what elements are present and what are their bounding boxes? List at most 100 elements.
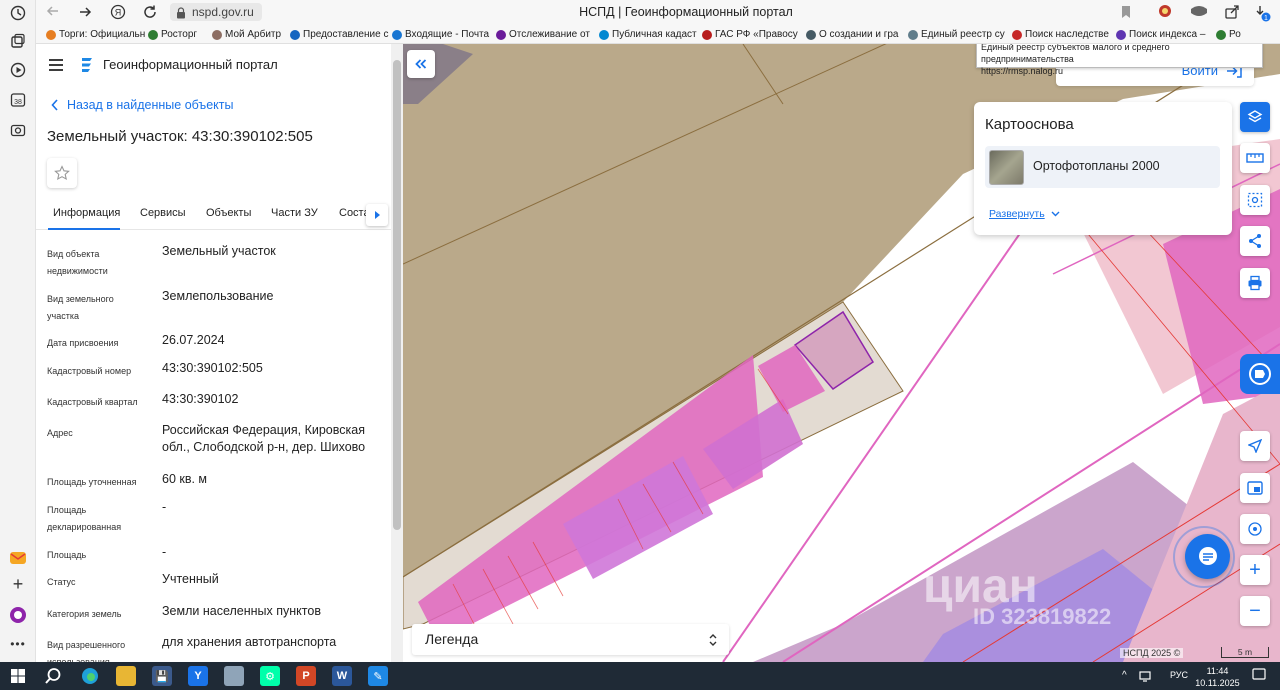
minimap-tool-button[interactable] — [1240, 473, 1270, 503]
expand-link[interactable]: Развернуть — [989, 208, 1060, 220]
bookmark-item[interactable]: Единый реестр су — [908, 29, 1005, 40]
orthophoto-thumbnail — [989, 150, 1024, 185]
layers-tool-button[interactable] — [1240, 102, 1270, 132]
panel-scrollbar-thumb[interactable] — [393, 60, 401, 530]
bookmark-tooltip: Единый реестр субъектов малого и среднег… — [976, 44, 1263, 76]
bookmark-label: Входящие - Почта — [405, 29, 490, 40]
assistant-icon — [1249, 363, 1271, 385]
plus-icon: + — [1249, 558, 1261, 581]
bookmark-item[interactable]: Ро — [1216, 29, 1241, 40]
url-text: nspd.gov.ru — [192, 5, 254, 19]
calendar-icon[interactable]: 38 — [8, 90, 28, 110]
tab-item[interactable]: Части ЗУ — [271, 207, 318, 219]
back-to-results-link[interactable]: Назад в найденные объекты — [51, 98, 233, 112]
bookmark-favicon-icon — [1116, 29, 1126, 40]
print-tool-button[interactable] — [1240, 268, 1270, 298]
property-label: Площадь декларированная — [47, 505, 122, 532]
bookmark-item[interactable]: Поиск наследстве — [1012, 29, 1109, 40]
share-nodes-icon — [1249, 234, 1261, 248]
history-icon[interactable] — [8, 3, 28, 23]
tabs-scroll-right-button[interactable] — [366, 204, 388, 226]
back-nav-icon[interactable] — [46, 4, 60, 21]
basemap-option[interactable]: Ортофотопланы 2000 — [985, 146, 1220, 188]
property-label: Дата присвоения — [47, 338, 119, 348]
bookmark-item[interactable]: Отслеживание от — [496, 29, 590, 40]
yandex-browser-icon[interactable]: Y — [188, 666, 208, 686]
word-icon[interactable]: W — [332, 666, 352, 686]
yandex-icon[interactable]: Я — [110, 4, 126, 25]
collapse-panel-button[interactable] — [407, 50, 435, 78]
bookmark-icon[interactable] — [1120, 5, 1132, 24]
play-icon[interactable] — [8, 60, 28, 80]
property-label: Площадь — [47, 550, 87, 560]
tab-information[interactable]: Информация — [53, 207, 120, 219]
bookmark-item[interactable]: Мой Арбитр — [212, 29, 281, 40]
windows-taskbar: 💾 Y ⚙ P W ✎ ^ РУС 11:44 10.11.2025 — [0, 662, 1280, 690]
more-icon[interactable]: ••• — [8, 634, 28, 654]
property-value: - — [162, 545, 167, 559]
bookmark-item[interactable]: Торги: Официальн — [46, 29, 145, 40]
network-icon[interactable] — [1138, 669, 1152, 687]
favorite-button[interactable] — [47, 158, 77, 188]
notepad-icon[interactable] — [224, 666, 244, 686]
tab-item[interactable]: Сервисы — [140, 207, 186, 219]
property-value: - — [162, 500, 167, 514]
area-select-tool-button[interactable] — [1240, 185, 1270, 215]
app-icon[interactable]: ⚙ — [260, 666, 280, 686]
extension-icon[interactable] — [1156, 3, 1174, 26]
search-icon[interactable] — [43, 666, 63, 686]
property-label: Категория земель — [47, 609, 122, 619]
mail-app-icon[interactable] — [8, 548, 28, 568]
geo-tool-button[interactable] — [1240, 514, 1270, 544]
zoom-out-button[interactable]: − — [1240, 596, 1270, 626]
windows-start-icon[interactable] — [8, 666, 28, 686]
property-value: 43:30:390102 — [162, 392, 239, 406]
tab-item[interactable]: Соста — [339, 207, 370, 219]
active-tab-indicator — [48, 228, 120, 230]
downloads-icon[interactable]: 1 — [1254, 4, 1272, 27]
legend-panel[interactable]: Легенда — [412, 624, 729, 655]
bookmark-item[interactable]: ГАС РФ «Правосу — [702, 29, 798, 40]
forward-nav-icon[interactable] — [78, 5, 92, 24]
clock[interactable]: 11:44 10.11.2025 — [1195, 665, 1240, 689]
powerpoint-icon[interactable]: P — [296, 666, 316, 686]
bookmark-item[interactable]: О создании и гра — [806, 29, 899, 40]
notifications-icon[interactable] — [1252, 668, 1266, 687]
address-bar[interactable]: nspd.gov.ru — [170, 3, 262, 21]
basemap-option-label: Ортофотопланы 2000 — [1033, 159, 1160, 173]
tray-chevron-icon[interactable]: ^ — [1122, 670, 1127, 681]
ruler-tool-button[interactable] — [1240, 143, 1270, 173]
zoom-in-button[interactable]: + — [1240, 555, 1270, 585]
bookmark-favicon-icon — [496, 29, 506, 40]
paint-icon[interactable]: ✎ — [368, 666, 388, 686]
add-icon[interactable]: + — [8, 574, 28, 594]
bookmark-item[interactable]: Публичная кадаст — [599, 29, 697, 40]
chat-button[interactable] — [1185, 534, 1230, 579]
reload-icon[interactable] — [142, 4, 158, 25]
tab-item[interactable]: Объекты — [206, 207, 251, 219]
vpn-icon[interactable] — [1190, 5, 1208, 24]
save-app-icon[interactable]: 💾 — [152, 666, 172, 686]
language-indicator[interactable]: РУС — [1170, 670, 1188, 680]
bookmark-item[interactable]: Росторг — [148, 29, 197, 40]
bookmark-item[interactable]: Входящие - Почта — [392, 29, 489, 40]
assistant-button[interactable] — [1240, 354, 1280, 394]
alice-icon[interactable] — [8, 605, 28, 625]
basemap-card: Картооснова Ортофотопланы 2000 Развернут… — [974, 102, 1232, 235]
edge-icon[interactable] — [80, 666, 100, 686]
minus-icon: − — [1249, 599, 1261, 622]
property-value: Землепользование — [162, 289, 274, 303]
bookmark-item[interactable]: Поиск индекса – — [1116, 29, 1205, 40]
bookmark-favicon-icon — [1012, 29, 1022, 40]
locate-tool-button[interactable] — [1240, 431, 1270, 461]
bookmark-label: Поиск индекса – — [1129, 29, 1206, 40]
chevron-down-icon — [1051, 211, 1060, 217]
collections-icon[interactable] — [8, 31, 28, 51]
map-canvas[interactable]: циан ID 323819822 Войти Единый реестр су… — [403, 44, 1280, 662]
share-tool-button[interactable] — [1240, 226, 1270, 256]
share-icon[interactable] — [1224, 4, 1240, 25]
bookmark-item[interactable]: Предоставление с — [290, 29, 388, 40]
camera-icon[interactable] — [8, 120, 28, 140]
file-explorer-icon[interactable] — [116, 666, 136, 686]
menu-icon[interactable] — [48, 58, 64, 77]
